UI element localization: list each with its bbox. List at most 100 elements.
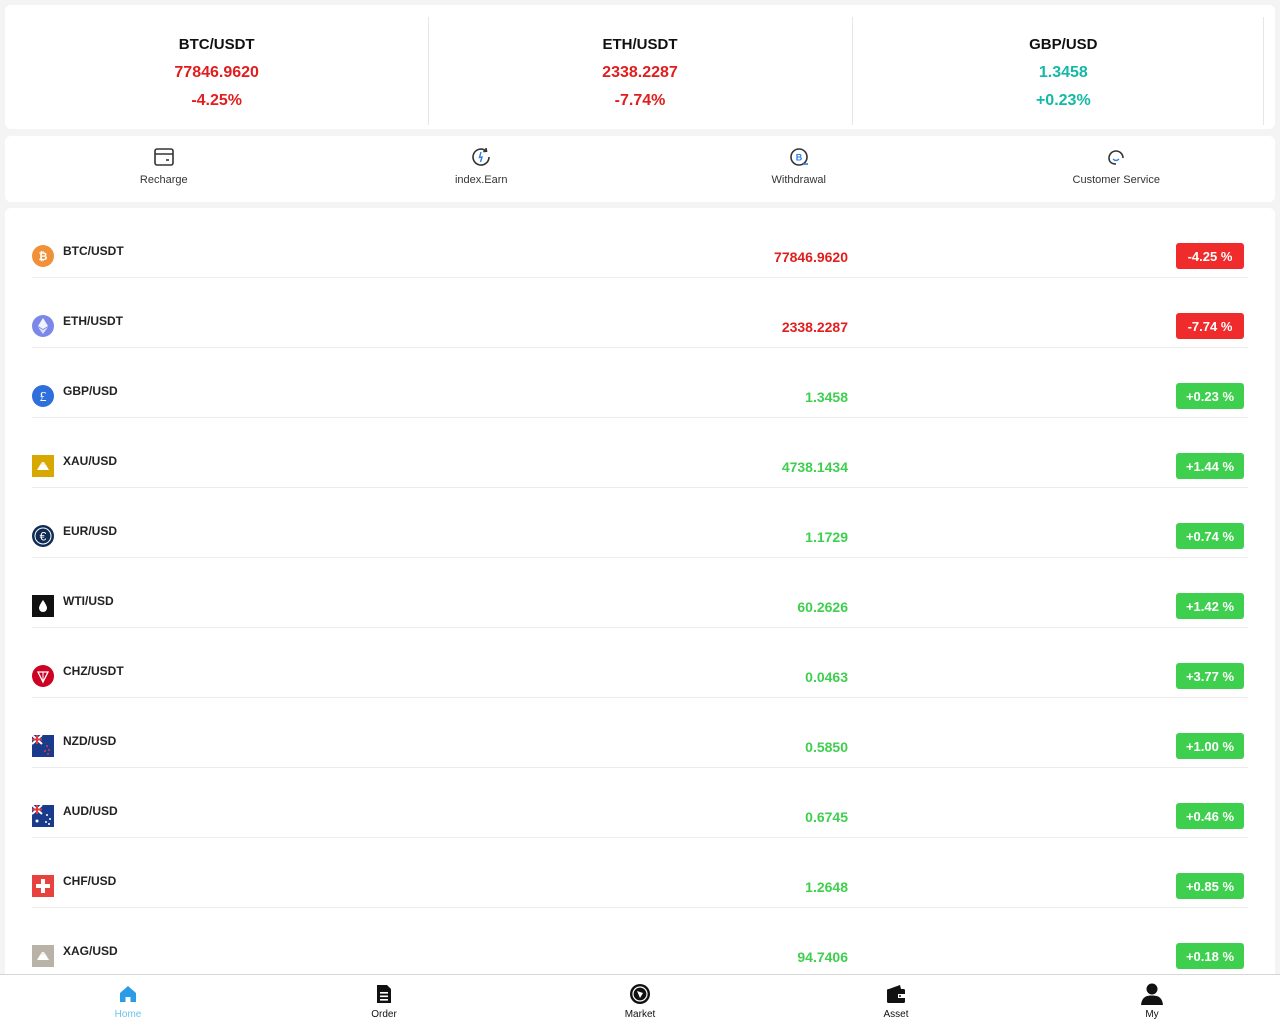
market-row-xag[interactable]: XAG/USD 94.7406 +0.18 % [32,908,1248,978]
market-price: 1.1729 [805,529,848,545]
ticker-item-btc[interactable]: BTC/USDT 77846.9620 -4.25% [5,5,428,129]
market-icon [628,982,652,1006]
oil-drop-icon [32,595,54,617]
change-badge: +0.74 % [1176,523,1244,549]
quick-actions: Recharge index.Earn B Withdrawal Custome… [5,136,1275,202]
market-price: 77846.9620 [774,249,848,265]
earn-label: index.Earn [454,174,508,186]
document-icon [372,982,396,1006]
change-badge: +0.85 % [1176,873,1244,899]
market-price: 0.5850 [805,739,848,755]
customer-service-label: Customer Service [1072,174,1160,186]
earn-button[interactable]: index.Earn [323,136,641,202]
withdrawal-label: Withdrawal [771,174,826,186]
nav-market[interactable]: Market [512,975,768,1024]
ticker-item-gbp[interactable]: GBP/USD 1.3458 +0.23% [851,5,1275,129]
user-icon [1140,982,1164,1006]
headset-icon [1105,146,1127,168]
market-price: 94.7406 [797,949,848,965]
nav-order[interactable]: Order [256,975,512,1024]
change-badge: +0.23 % [1176,383,1244,409]
nav-order-label: Order [371,1009,397,1020]
bitcoin-icon: ₿ [32,245,54,267]
ticker-change: -4.25% [191,92,243,109]
bitcoin-withdraw-icon: B [788,146,810,168]
market-row-xau[interactable]: XAU/USD 4738.1434 +1.44 % [32,418,1248,488]
recharge-label: Recharge [139,174,188,186]
euro-icon: € [32,525,54,547]
ticker-symbol: BTC/USDT [178,36,255,53]
change-badge: +0.18 % [1176,943,1244,969]
svg-text:£: £ [40,390,47,405]
ethereum-icon [32,315,54,337]
market-row-chz[interactable]: CHZ/USDT 0.0463 +3.77 % [32,628,1248,698]
ticker-price: 77846.9620 [174,64,259,81]
ticker-item-eth[interactable]: ETH/USDT 2338.2287 -7.74% [428,5,851,129]
market-price: 1.3458 [805,389,848,405]
market-row-wti[interactable]: WTI/USD 60.2626 +1.42 % [32,558,1248,628]
nav-market-label: Market [624,1009,656,1020]
change-badge: +0.46 % [1176,803,1244,829]
market-row-btc[interactable]: ₿ BTC/USDT 77846.9620 -4.25 % [32,208,1248,278]
customer-service-button[interactable]: Customer Service [958,136,1276,202]
change-badge: -7.74 % [1176,313,1244,339]
change-badge: +1.00 % [1176,733,1244,759]
ticker-symbol: GBP/USD [1029,36,1098,53]
market-row-eth[interactable]: ETH/USDT 2338.2287 -7.74 % [32,278,1248,348]
change-badge: -4.25 % [1176,243,1244,269]
market-price: 0.0463 [805,669,848,685]
ticker-change: +0.23% [1035,92,1091,109]
market-symbol: XAU/USD [63,454,118,468]
market-row-nzd[interactable]: NZD/USD 0.5850 +1.00 % [32,698,1248,768]
market-symbol: ETH/USDT [63,314,123,328]
svg-text:€: € [40,530,47,544]
market-symbol: CHZ/USDT [63,664,124,678]
market-price: 1.2648 [805,879,848,895]
market-symbol: AUD/USD [63,804,118,818]
market-list: ₿ BTC/USDT 77846.9620 -4.25 % ETH/USDT 2… [5,208,1275,978]
market-price: 0.6745 [805,809,848,825]
chiliz-icon [32,665,54,687]
nav-my-label: My [1145,1009,1159,1020]
market-row-chf[interactable]: CHF/USD 1.2648 +0.85 % [32,838,1248,908]
change-badge: +3.77 % [1176,663,1244,689]
ticker-change: -7.74% [614,92,666,109]
nz-flag-icon [32,735,54,757]
nav-my[interactable]: My [1024,975,1280,1024]
ticker-price: 2338.2287 [602,64,678,81]
market-symbol: WTI/USD [63,594,114,608]
nav-asset[interactable]: Asset [768,975,1024,1024]
market-price: 4738.1434 [781,459,848,475]
market-row-gbp[interactable]: £ GBP/USD 1.3458 +0.23 % [32,348,1248,418]
silver-bar-icon [32,945,54,967]
market-row-eur[interactable]: € EUR/USD 1.1729 +0.74 % [32,488,1248,558]
market-symbol: XAG/USD [63,944,118,958]
pound-icon: £ [32,385,54,407]
market-symbol: EUR/USD [63,524,118,538]
wallet-icon [884,982,908,1006]
market-symbol: CHF/USD [63,874,117,888]
change-badge: +1.42 % [1176,593,1244,619]
au-flag-icon [32,805,54,827]
market-symbol: GBP/USD [63,384,118,398]
swiss-flag-icon [32,875,54,897]
wallet-card-icon [153,146,175,168]
market-symbol: BTC/USDT [63,244,124,258]
earn-refresh-icon [470,146,492,168]
ticker-symbol: ETH/USDT [602,36,678,53]
market-row-aud[interactable]: AUD/USD 0.6745 +0.46 % [32,768,1248,838]
withdrawal-button[interactable]: B Withdrawal [640,136,958,202]
ticker-bar: BTC/USDT 77846.9620 -4.25% ETH/USDT 2338… [5,5,1275,129]
ticker-price: 1.3458 [1038,64,1088,81]
market-price: 2338.2287 [781,319,848,335]
market-price: 60.2626 [797,599,848,615]
svg-text:₿: ₿ [39,251,48,263]
svg-text:B: B [796,153,803,163]
market-symbol: NZD/USD [63,734,117,748]
gold-bar-icon [32,455,54,477]
nav-home[interactable]: Home [0,975,256,1024]
change-badge: +1.44 % [1176,453,1244,479]
recharge-button[interactable]: Recharge [5,136,323,202]
bottom-nav: Home Order Market Asset My [0,974,1280,1024]
nav-home-label: Home [114,1009,142,1020]
